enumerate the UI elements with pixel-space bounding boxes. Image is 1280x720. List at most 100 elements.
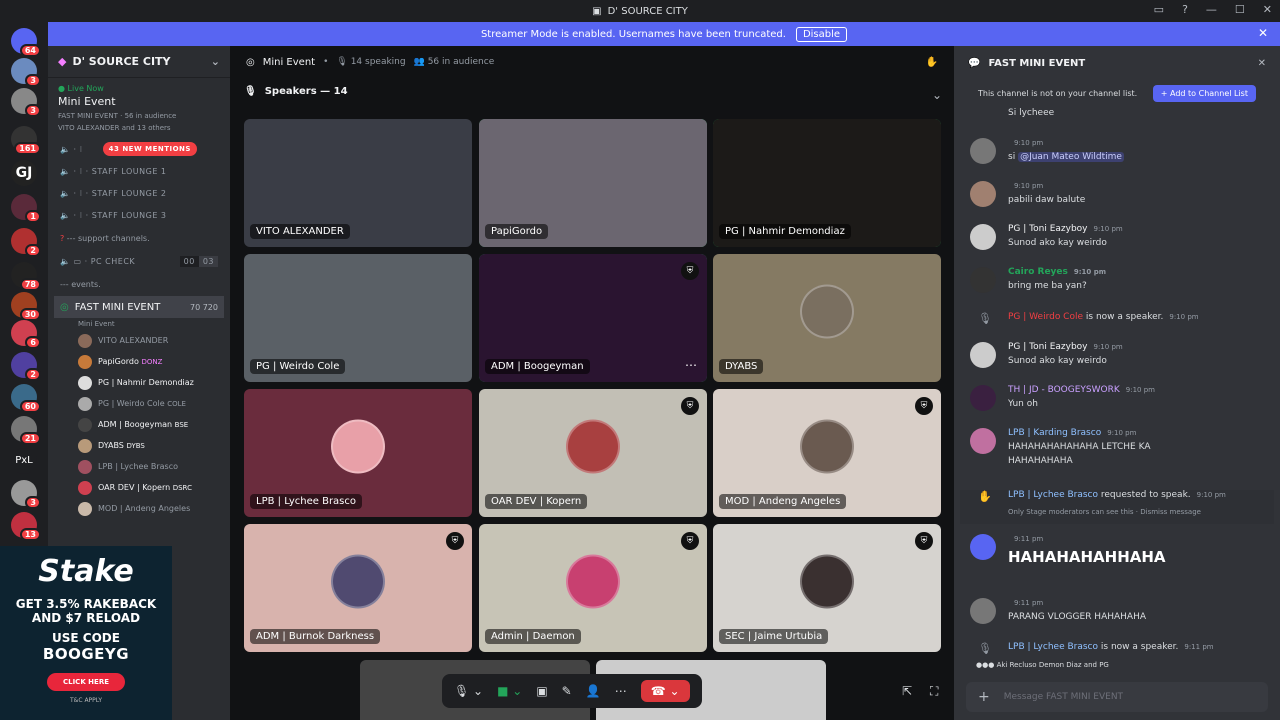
microphone-button[interactable]: 🎙 ⌄	[454, 684, 483, 698]
hand-raise-button[interactable]: ✎	[562, 684, 572, 698]
chat-bubble-icon: 💬	[968, 57, 981, 69]
typing-indicator: ●●● Aki Recluso Demon Diaz and PG	[976, 661, 1109, 669]
member-row[interactable]: OAR DEV | Kopern DSRC	[48, 477, 230, 498]
server-icon[interactable]: 161	[11, 126, 41, 155]
invite-button[interactable]: 👤	[586, 684, 601, 698]
server-icon[interactable]: 3	[11, 480, 41, 509]
avatar	[800, 419, 854, 474]
member-row[interactable]: DYABS DYBS	[48, 435, 230, 456]
speaker-name: PG | Weirdo Cole	[250, 359, 346, 374]
server-icon[interactable]: 60	[11, 384, 41, 413]
ad-click-here-button[interactable]: CLICK HERE	[46, 673, 125, 691]
member-row[interactable]: VITO ALEXANDER	[48, 330, 230, 351]
channel-item[interactable]: 🔈 · ⁝ 43 NEW MENTIONS	[48, 138, 230, 160]
event-attendees: VITO ALEXANDER and 13 others	[58, 124, 171, 132]
share-screen-button[interactable]: ▣	[536, 684, 547, 698]
server-icon[interactable]: GJ	[11, 160, 37, 186]
help-icon[interactable]: ?	[1182, 3, 1188, 16]
speakers-header[interactable]: 🎙 Speakers — 14	[244, 86, 348, 97]
server-icon[interactable]: 3	[11, 88, 41, 117]
speaker-tile[interactable]: PapiGordo	[479, 119, 707, 247]
server-icon[interactable]: 3	[11, 58, 41, 87]
speaker-tile[interactable]: VITO ALEXANDER	[244, 119, 472, 247]
server-name: D' SOURCE CITY	[72, 55, 171, 68]
close-chat-icon[interactable]: ✕	[1258, 58, 1266, 69]
leave-stage-button[interactable]: ☎ ⌄	[640, 680, 690, 702]
speaker-name: Admin | Daemon	[485, 629, 581, 644]
raised-hand-icon[interactable]: ✋	[926, 57, 938, 68]
speaker-tile[interactable]: ⛨ MOD | Andeng Angeles	[713, 389, 941, 517]
server-icon[interactable]: 6	[11, 320, 41, 349]
collapse-chevron-icon[interactable]: ⌄	[932, 88, 942, 102]
new-mentions-badge[interactable]: 43 NEW MENTIONS	[102, 142, 197, 156]
server-icon[interactable]: 13	[11, 512, 41, 541]
speaker-tile[interactable]: DYABS	[713, 254, 941, 382]
server-header[interactable]: ◆ D' SOURCE CITY ⌄	[48, 46, 230, 78]
speaker-icon: 🔈 · ⁝ ·	[60, 166, 92, 176]
stage-speaker-icon: 🎙	[978, 642, 992, 655]
popout-icon[interactable]: ⇱	[902, 684, 912, 698]
speaker-tile[interactable]: LPB | Lychee Brasco	[244, 389, 472, 517]
member-row[interactable]: LPB | Lychee Brasco	[48, 456, 230, 477]
member-row[interactable]: MOD | Andeng Angeles	[48, 498, 230, 519]
window-title: D' SOURCE CITY	[607, 5, 688, 17]
category-support[interactable]: ? --- support channels.	[48, 226, 230, 250]
member-row[interactable]: PG | Weirdo Cole COLE	[48, 393, 230, 414]
server-icon[interactable]: PxL	[11, 448, 37, 474]
stage-icon: ◎	[60, 301, 69, 313]
attach-plus-icon[interactable]: +	[978, 689, 990, 705]
stage-channel[interactable]: ◎ FAST MINI EVENT 70 720	[54, 296, 224, 318]
speaker-tile[interactable]: PG | Weirdo Cole	[244, 254, 472, 382]
maximize-button[interactable]: ☐	[1235, 3, 1245, 16]
channel-staff-lounge-3[interactable]: 🔈 · ⁝ · STAFF LOUNGE 3	[48, 204, 230, 226]
camera-button[interactable]: ■ ⌄	[497, 684, 522, 698]
inbox-icon[interactable]: ▭	[1154, 3, 1164, 16]
speaker-tile[interactable]: ⛨ SEC | Jaime Urtubia	[713, 524, 941, 652]
channel-pc-check[interactable]: 🔈 ▭ · PC CHECK 00 03	[48, 250, 230, 272]
speaker-tile[interactable]: ⛨ Admin | Daemon	[479, 524, 707, 652]
speaker-name: SEC | Jaime Urtubia	[719, 629, 829, 644]
request-to-speak-message: ✋ LPB | Lychee Brasco requested to speak.…	[960, 490, 1274, 524]
close-banner-icon[interactable]: ✕	[1258, 26, 1268, 40]
message-input[interactable]: + Message FAST MINI EVENT	[966, 682, 1268, 712]
event-channel-info: FAST MINI EVENT · 56 in audience	[58, 112, 177, 120]
more-options-icon[interactable]: ⋯	[685, 358, 697, 372]
server-icon[interactable]: 30	[11, 292, 41, 321]
minimize-button[interactable]: —	[1206, 3, 1217, 16]
channel-list-notice: This channel is not on your channel list…	[954, 80, 1280, 106]
speaker-icon: 🔈 · ⁝ ·	[60, 210, 92, 220]
close-window-button[interactable]: ✕	[1263, 3, 1272, 16]
ad-headline: GET 3.5% RAKEBACK AND $7 RELOAD	[15, 597, 157, 625]
speaker-name: PapiGordo	[485, 224, 549, 239]
moderator-note[interactable]: Only Stage moderators can see this · Dis…	[1008, 508, 1201, 516]
more-options-button[interactable]: ⋯	[615, 684, 627, 698]
member-row[interactable]: PG | Nahmir Demondiaz	[48, 372, 230, 393]
server-icon[interactable]: 1	[11, 194, 41, 223]
message-placeholder: Message FAST MINI EVENT	[1003, 692, 1124, 702]
live-event-card[interactable]: ● Live Now Mini Event FAST MINI EVENT · …	[48, 78, 230, 138]
home-button[interactable]: 64	[11, 28, 41, 57]
disable-button[interactable]: Disable	[795, 26, 848, 42]
channel-staff-lounge-2[interactable]: 🔈 · ⁝ · STAFF LOUNGE 2	[48, 182, 230, 204]
add-to-channel-list-button[interactable]: + Add to Channel List	[1152, 84, 1256, 102]
member-row[interactable]: PapiGordo DONZ	[48, 351, 230, 372]
server-icon[interactable]: 2	[11, 228, 41, 257]
speaker-tile[interactable]: PG | Nahmir Demondiaz	[713, 119, 941, 247]
speaker-tile[interactable]: ⛨ OAR DEV | Kopern	[479, 389, 707, 517]
category-events[interactable]: --- events.	[48, 272, 230, 296]
avatar	[970, 181, 996, 207]
speaker-tile[interactable]: ⛨ ADM | Burnok Darkness	[244, 524, 472, 652]
avatar	[970, 267, 996, 293]
avatar	[78, 417, 92, 432]
user-mention[interactable]: @Juan Mateo Wildtime	[1018, 152, 1124, 162]
fullscreen-icon[interactable]: ⛶	[930, 684, 938, 699]
streamer-mode-banner: Streamer Mode is enabled. Usernames have…	[48, 22, 1280, 46]
ad-terms: T&C APPLY	[70, 697, 102, 704]
speaker-name: DYABS	[719, 359, 764, 374]
speaker-tile[interactable]: ⛨ ADM | Boogeyman ⋯	[479, 254, 707, 382]
channel-staff-lounge-1[interactable]: 🔈 · ⁝ · STAFF LOUNGE 1	[48, 160, 230, 182]
server-icon[interactable]: 78	[11, 262, 41, 291]
server-icon[interactable]: 2	[11, 352, 41, 381]
server-icon[interactable]: 21	[11, 416, 41, 445]
member-row[interactable]: ADM | Boogeyman BSE	[48, 414, 230, 435]
